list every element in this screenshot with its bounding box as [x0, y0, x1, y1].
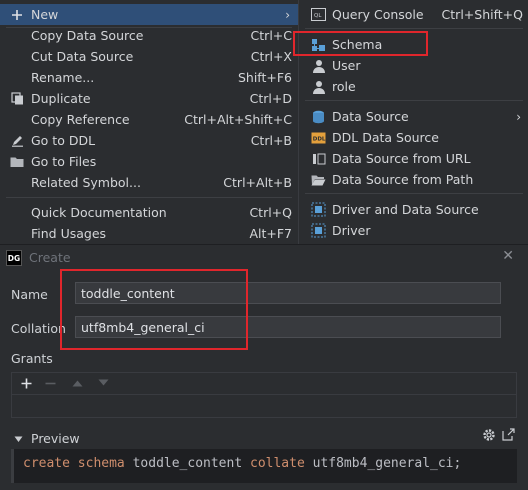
create-dialog: DG Create ✕ Name Collation Grants Pre	[0, 244, 528, 490]
sql-collation: utf8mb4_general_ci;	[312, 456, 462, 471]
ddl-icon: DDL	[311, 130, 326, 145]
menu-item-new[interactable]: New ›	[0, 4, 298, 25]
svg-text:QL: QL	[314, 13, 322, 19]
menu-item-copy-reference[interactable]: Copy Reference Ctrl+Alt+Shift+C	[0, 109, 298, 130]
preview-header: Preview	[0, 428, 528, 450]
add-icon[interactable]	[18, 375, 34, 391]
menu-item-go-to-files[interactable]: Go to Files	[0, 151, 298, 172]
role-icon	[311, 79, 326, 94]
grants-label: Grants	[11, 351, 53, 366]
gear-icon[interactable]	[482, 428, 496, 445]
url-icon	[311, 151, 326, 166]
submenu-item-user[interactable]: User	[299, 55, 528, 76]
close-icon[interactable]: ✕	[502, 248, 514, 264]
annotation-box-schema	[293, 31, 428, 56]
submenu-item-data-source-from-url[interactable]: Data Source from URL	[299, 148, 528, 169]
menu-item-copy-data-source[interactable]: Copy Data Source Ctrl+C	[0, 25, 298, 46]
collation-label: Collation	[11, 321, 66, 336]
menu-item-cut-data-source[interactable]: Cut Data Source Ctrl+X	[0, 46, 298, 67]
move-down-icon[interactable]	[95, 375, 111, 391]
datagrip-logo: DG	[6, 250, 22, 266]
name-label: Name	[11, 287, 48, 302]
move-up-icon[interactable]	[69, 375, 85, 391]
driver-datasource-icon	[311, 202, 326, 217]
preview-label: Preview	[31, 431, 80, 446]
folder-icon	[10, 155, 24, 169]
dialog-title-bar: DG Create ✕	[0, 245, 528, 271]
plus-icon	[10, 8, 24, 22]
menu-item-find-usages[interactable]: Find Usages Alt+F7	[0, 223, 298, 244]
driver-icon	[311, 223, 326, 238]
sql-keyword-schema: schema	[77, 456, 125, 471]
menu-item-quick-documentation[interactable]: Quick Documentation Ctrl+Q	[0, 202, 298, 223]
grants-table	[11, 372, 517, 418]
chevron-right-icon: ›	[516, 109, 521, 124]
query-console-icon: QL	[311, 7, 326, 22]
submenu-item-ddl-data-source[interactable]: DDL DDL Data Source	[299, 127, 528, 148]
submenu-separator	[305, 193, 523, 194]
submenu-item-driver-and-data-source[interactable]: Driver and Data Source	[299, 199, 528, 220]
menu-item-go-to-ddl[interactable]: Go to DDL Ctrl+B	[0, 130, 298, 151]
chevron-down-icon[interactable]	[14, 431, 23, 446]
submenu-item-data-source[interactable]: Data Source ›	[299, 106, 528, 127]
pencil-icon	[10, 134, 24, 148]
menu-item-duplicate[interactable]: Duplicate Ctrl+D	[0, 88, 298, 109]
grants-toolbar	[12, 373, 516, 395]
chevron-right-icon: ›	[285, 7, 290, 22]
submenu-item-driver[interactable]: Driver	[299, 220, 528, 241]
duplicate-icon	[10, 92, 24, 106]
svg-text:DDL: DDL	[313, 136, 326, 142]
open-in-editor-icon[interactable]	[502, 428, 515, 444]
submenu-item-data-source-from-path[interactable]: Data Source from Path	[299, 169, 528, 190]
user-icon	[311, 58, 326, 73]
submenu-item-query-console[interactable]: QL Query Console Ctrl+Shift+Q	[299, 4, 528, 25]
sql-preview[interactable]: create schema toddle_content collate utf…	[11, 449, 517, 483]
sql-keyword-collate: collate	[250, 456, 305, 471]
sql-schema-name: toddle_content	[132, 456, 243, 471]
folder-open-icon	[311, 172, 326, 187]
submenu-separator	[305, 100, 523, 101]
context-menu: New › Copy Data Source Ctrl+C Cut Data S…	[0, 0, 298, 244]
menu-separator	[6, 197, 292, 198]
menu-item-related-symbol[interactable]: Related Symbol... Ctrl+Alt+B	[0, 172, 298, 193]
submenu-separator	[305, 28, 523, 29]
annotation-box-fields	[60, 269, 248, 350]
submenu-item-role[interactable]: role	[299, 76, 528, 97]
database-icon	[311, 109, 326, 124]
dialog-title: Create	[29, 250, 71, 265]
menu-item-rename[interactable]: Rename... Shift+F6	[0, 67, 298, 88]
remove-icon[interactable]	[42, 375, 58, 391]
sql-keyword-create: create	[23, 456, 70, 471]
